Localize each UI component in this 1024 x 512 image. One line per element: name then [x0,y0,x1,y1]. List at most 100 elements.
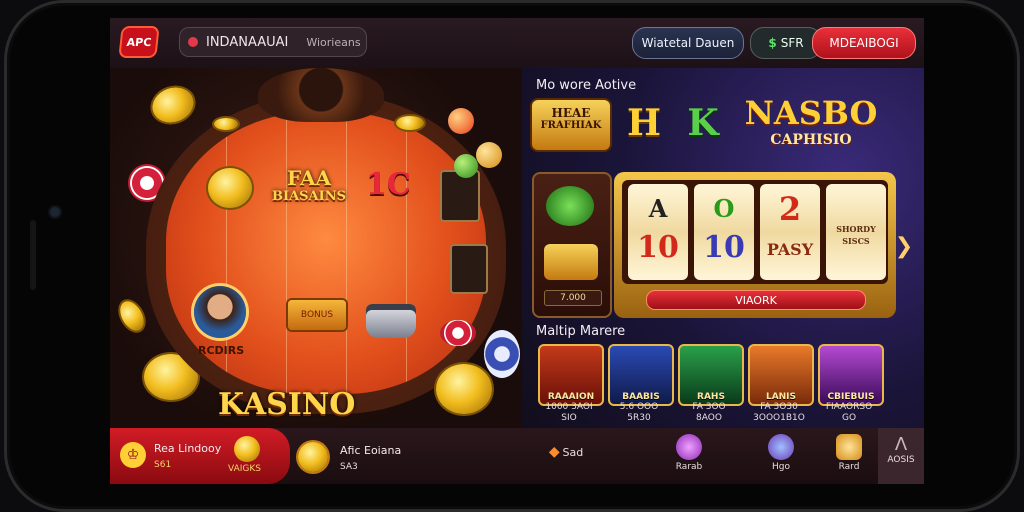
user-profile-box[interactable]: INDANAAUAI Wiorieans [179,27,367,57]
nav-item-hgo[interactable]: Hgo [754,432,808,482]
live-game-title: Rea Lindooy [154,442,222,455]
game-meta: 1000 3AOI SIO [538,402,600,424]
reel-symbol: 10 [703,230,745,265]
section-title-multiplayer: Maltip Marere [536,324,626,339]
game-stat: 3OOO1B1O [753,413,805,423]
live-game-count: S61 [154,460,172,470]
gift-box-icon[interactable]: BONUS [288,300,346,330]
badge-line2: FRAFHIAK [540,120,602,131]
game-meta: 5.6 OOO 5R30 [608,402,670,424]
promo-sign[interactable]: FAA BIASAINS [272,168,346,203]
phone-frame: APC INDANAAUAI Wiorieans Wiatetal Dauen … [4,0,1020,512]
nav-label: AOSIS [887,455,915,465]
coin-icon [396,116,424,130]
coin-icon[interactable] [298,442,328,472]
reel-symbol: O [713,194,735,223]
game-stat: FIAAORSO [825,402,873,412]
reel-symbol: PASY [766,240,814,259]
user-status-text: Wiorieans [306,35,361,49]
coin-icon [214,118,238,130]
menu-icon: Λ [894,434,908,455]
app-logo[interactable]: APC [120,28,158,56]
side-value: 7.000 [544,290,602,306]
game-badge[interactable]: HEAE FRAFHIAK [532,100,610,150]
game-tile[interactable]: CBIEBUIS [818,344,884,406]
ball-icon [454,154,478,178]
game-title: RAHS [697,392,725,402]
coin-icon [234,436,260,462]
nav-label: Sad [562,446,584,459]
letter-badge[interactable]: K [678,102,728,152]
nav-item-rard[interactable]: Rard [822,432,876,482]
game-meta: FA 3O30 3OOO1B1O [748,402,810,424]
live-game-tag: VAIGKS [228,464,261,474]
poker-chip-icon [484,330,520,378]
ball-icon [448,108,474,134]
live-game-button[interactable]: ♔ Rea Lindooy S61 VAIGKS [110,428,290,484]
slot-machine[interactable]: A 10 O 10 2 PASY SHORDY SISCS VIAORK [614,172,896,318]
reel: O 10 [694,184,754,280]
reel-symbol: SHORDY [836,224,876,234]
game-stat: FA 3O30 [760,402,798,412]
quick-game-title: Afic Eoiana [340,444,402,457]
bottom-nav-bar: ♔ Rea Lindooy S61 VAIGKS Afic Eoiana SA3… [110,428,924,484]
gift-label: BONUS [300,310,334,320]
deposit-button[interactable]: Wiatetal Dauen [632,27,744,59]
slot-reels: A 10 O 10 2 PASY SHORDY SISCS [622,180,888,284]
nav-item-sad[interactable]: ◆ Sad [536,444,596,484]
coin-icon[interactable] [208,168,252,208]
slot-side-panel[interactable]: 7.000 [532,172,612,318]
pot-icon [366,304,416,338]
trophy-icon [836,434,862,460]
chevron-right-icon[interactable]: ❯ [892,228,916,264]
nav-item-rarab[interactable]: Rarab [662,432,716,482]
game-stat: 8AOO [696,413,722,423]
game-tile[interactable]: RAHS [678,344,744,406]
logo-text: APC [125,35,153,49]
game-stat: 5R30 [627,413,651,423]
game-tile[interactable]: BAABIS [608,344,674,406]
reel-symbol: SISCS [842,236,870,246]
register-button[interactable]: MDEAIBOGI [812,27,916,59]
treasure-icon [544,244,598,280]
game-tile[interactable]: RAAAION [538,344,604,406]
nav-label: Hgo [772,462,790,472]
card-icon [450,244,488,294]
casino-table-panel: FAA BIASAINS 1C RCDIRS BONUS KASINO [110,68,522,428]
letter-badge[interactable]: H [622,102,666,152]
coin-large-icon [436,364,492,414]
reel: 2 PASY [760,184,820,280]
balance-label: SFR [780,36,804,50]
game-stat: SIO [561,413,577,423]
player-avatar[interactable] [194,286,246,338]
dollar-icon: $ [768,36,777,50]
game-stat: 5.6 OOO [619,402,659,412]
spin-button[interactable]: VIAORK [646,290,866,310]
ball-icon [476,142,502,168]
game-stat: FA 3OO [692,402,726,412]
gem-icon [676,434,702,460]
games-panel: Mo wore Aotive HEAE FRAFHIAK H K NASBO C… [522,68,924,428]
nav-label: Rard [838,462,860,472]
game-meta: FA 3OO 8AOO [678,402,740,424]
casino-logo-line1: NASBO [744,94,878,132]
trophy-icon: ♔ [120,442,146,468]
casino-logo-badge[interactable]: NASBO CAPHISIO [736,94,886,162]
game-tile[interactable]: LANIS [748,344,814,406]
casino-logo-line2: CAPHISIO [770,132,852,148]
nav-item-aosis[interactable]: Λ AOSIS [878,428,924,484]
poker-chip-icon [440,320,476,346]
crown-icon [768,434,794,460]
reel: SHORDY SISCS [826,184,886,280]
nav-label: Rarab [675,462,703,472]
game-title: LANIS [765,392,797,402]
clover-icon [546,186,594,226]
dice-cup-icon [258,68,384,122]
game-stat: 1000 3AOI [545,402,593,412]
section-title-active: Mo wore Aotive [536,78,637,93]
game-meta: FIAAORSO GO [818,402,880,424]
game-title: BAABIS [622,392,660,402]
coin-stack-icon [147,81,199,129]
reel-symbol: 2 [778,190,802,228]
game-title: RAAAION [547,392,595,402]
